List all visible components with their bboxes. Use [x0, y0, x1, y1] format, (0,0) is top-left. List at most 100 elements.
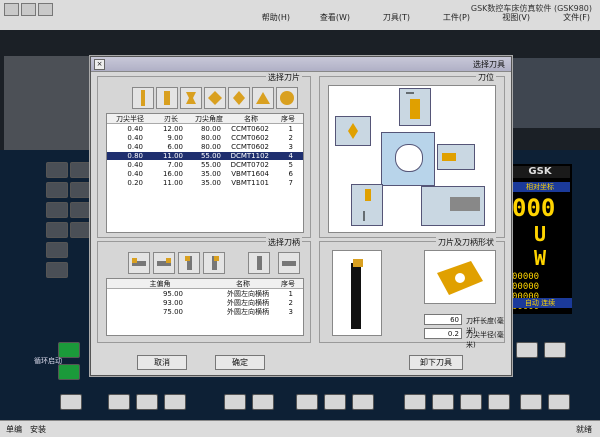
key-f[interactable]	[70, 222, 92, 238]
key-t[interactable]	[70, 202, 92, 218]
select-tool-dialog: × 选择刀具 选择刀片 序号 名称 刀尖角度 刃长 刀尖半径 1 CCMT0602…	[90, 56, 512, 376]
table-row[interactable]: 1 外圆左向横柄 95.00	[107, 290, 303, 298]
square-insert-icon[interactable]	[204, 87, 226, 109]
right-key-2[interactable]	[544, 342, 566, 358]
minimize-icon[interactable]	[4, 3, 19, 16]
key-insert[interactable]	[46, 182, 68, 198]
holder-b-icon[interactable]	[153, 252, 175, 274]
jog-key-3[interactable]	[164, 394, 186, 410]
cell-name: CCMT0602	[231, 143, 269, 151]
jog-up-key[interactable]	[136, 394, 158, 410]
holder-table[interactable]: 序号 名称 主偏角 1 外圆左向横柄 95.00 2 外圆左向横柄 93.00 3 外圆左向横…	[106, 278, 304, 336]
jog-key-7[interactable]	[324, 394, 346, 410]
table-row[interactable]: 1 CCMT0602 80.00 12.00 0.40	[107, 125, 303, 133]
key-cancel[interactable]	[46, 242, 68, 258]
menu-view[interactable]: 视图(V)	[502, 12, 530, 23]
tool-position-label: 刀位	[476, 72, 496, 83]
radius-field[interactable]: 0.2	[424, 328, 462, 339]
key-g[interactable]	[70, 162, 92, 178]
blade-table[interactable]: 序号 名称 刀尖角度 刃长 刀尖半径 1 CCMT0602 80.00 12.00 0.…	[106, 113, 304, 233]
w-axis: W	[534, 246, 547, 270]
ok-button[interactable]: 确定	[215, 355, 265, 370]
menu-file[interactable]: 文件(F)	[563, 12, 590, 23]
cell-name: DCMT0702	[230, 161, 269, 169]
menu-tool[interactable]: 刀具(T)	[383, 12, 410, 23]
turret-diagram[interactable]	[328, 85, 496, 233]
round-insert-icon[interactable]	[276, 87, 298, 109]
jog-key-6[interactable]	[296, 394, 318, 410]
key-alter[interactable]	[46, 202, 68, 218]
close-icon[interactable]	[38, 3, 53, 16]
tool-slot-5[interactable]	[421, 186, 485, 226]
tool-preview-label: 刀片及刀柄形状	[436, 237, 496, 248]
dialog-title-bar: × 选择刀具	[91, 57, 511, 72]
tool-slot-4[interactable]	[351, 184, 383, 226]
jog-key-13[interactable]	[520, 394, 542, 410]
holder-f-icon[interactable]	[278, 252, 300, 274]
dialog-title: 选择刀具	[473, 60, 505, 69]
holder-e-icon[interactable]	[248, 252, 270, 274]
table-row[interactable]: 4 DCMT1102 55.00 11.00 0.80	[107, 152, 303, 160]
table-row[interactable]: 2 CCMT0602 80.00 9.00 0.40	[107, 134, 303, 142]
cancel-button[interactable]: 取消	[137, 355, 187, 370]
holder-c-icon[interactable]	[178, 252, 200, 274]
table-row[interactable]: 5 DCMT0702 55.00 7.00 0.40	[107, 161, 303, 169]
table-row[interactable]: 7 VBMT1101 35.00 11.00 0.20	[107, 179, 303, 187]
menu-help[interactable]: 帮助(H)	[262, 12, 290, 23]
table-row[interactable]: 2 外圆左向横柄 93.00	[107, 299, 303, 307]
holder-a-icon[interactable]	[128, 252, 150, 274]
jog-key-5[interactable]	[252, 394, 274, 410]
table-row[interactable]: 6 VBMT1604 35.00 16.00 0.40	[107, 170, 303, 178]
triangle-insert-icon[interactable]	[252, 87, 274, 109]
feed-hold-button[interactable]	[58, 364, 80, 380]
maximize-icon[interactable]	[21, 3, 36, 16]
right-key-1[interactable]	[516, 342, 538, 358]
key-eob[interactable]	[46, 162, 68, 178]
cell-r: 0.40	[127, 161, 143, 169]
cell-name: VBMT1604	[231, 170, 269, 178]
cell-name: VBMT1101	[231, 179, 269, 187]
drill-insert-icon[interactable]	[132, 87, 154, 109]
unload-tool-button[interactable]: 卸下刀具	[409, 355, 463, 370]
cell-angle: 80.00	[200, 134, 221, 142]
cell-len: 7.00	[167, 161, 183, 169]
menu-workpiece[interactable]: 工件(P)	[443, 12, 470, 23]
tool-slot-1[interactable]	[335, 116, 371, 146]
ssp-value: 00000	[512, 272, 540, 282]
length-field[interactable]: 60	[424, 314, 462, 325]
tailstock	[505, 58, 600, 128]
tool-position-group: 刀位	[319, 72, 505, 238]
diamond-35-insert-icon[interactable]	[228, 87, 250, 109]
jog-z-plus-key[interactable]	[488, 394, 510, 410]
cell-len: 12.00	[162, 125, 183, 133]
holder-d-icon[interactable]	[203, 252, 225, 274]
key-s[interactable]	[70, 182, 92, 198]
jog-down-key[interactable]	[108, 394, 130, 410]
jog-key-4[interactable]	[224, 394, 246, 410]
holder-col-name: 名称	[213, 279, 273, 289]
groove-insert-icon[interactable]	[180, 87, 202, 109]
jog-y-key[interactable]	[432, 394, 454, 410]
jog-key-left[interactable]	[60, 394, 82, 410]
cell-idx: 2	[288, 299, 293, 307]
tool-slot-3[interactable]	[437, 144, 475, 170]
select-holder-label: 选择刀柄	[266, 237, 302, 248]
cell-angle: 75.00	[162, 308, 183, 316]
table-row[interactable]: 3 外圆左向横柄 75.00	[107, 308, 303, 316]
jog-key-14[interactable]	[548, 394, 570, 410]
jog-z-minus-key[interactable]	[404, 394, 426, 410]
jog-key-8[interactable]	[352, 394, 374, 410]
tool-preview-group: 刀片及刀柄形状 60 刀杆长度(毫米) 0.2 刀尖半径(毫米)	[319, 237, 505, 349]
window-controls	[4, 3, 55, 18]
dialog-close-icon[interactable]: ×	[94, 59, 105, 70]
tool-slot-2[interactable]	[399, 88, 431, 126]
cell-len: 6.00	[167, 143, 183, 151]
key-delete[interactable]	[46, 222, 68, 238]
brand-logo: GSK	[510, 166, 570, 178]
table-row[interactable]: 3 CCMT0602 80.00 6.00 0.40	[107, 143, 303, 151]
cycle-start-label: 循环启动	[34, 357, 62, 365]
thread-insert-icon[interactable]	[156, 87, 178, 109]
jog-x-key[interactable]	[460, 394, 482, 410]
key-output[interactable]	[46, 262, 68, 278]
menu-inspect[interactable]: 查看(W)	[320, 12, 350, 23]
